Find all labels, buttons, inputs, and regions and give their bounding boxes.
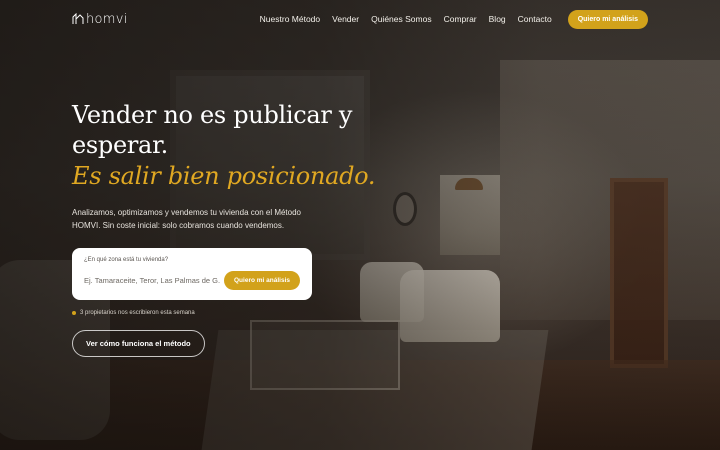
- headline-line-2: esperar.: [72, 131, 168, 159]
- hero-subtext: Analizamos, optimizamos y vendemos tu vi…: [72, 208, 301, 230]
- how-it-works-button[interactable]: Ver cómo funciona el método: [72, 330, 205, 357]
- nav-item-contacto[interactable]: Contacto: [518, 14, 552, 24]
- nav-cta-button[interactable]: Quiero mi análisis: [567, 9, 648, 29]
- headline-line-1: Vender no es publicar y: [72, 101, 353, 129]
- zone-search-input[interactable]: [84, 276, 220, 285]
- social-proof-text: 3 propietarios nos escribieron esta sema…: [80, 310, 195, 316]
- logo-text: homvi: [86, 11, 128, 27]
- analysis-button[interactable]: Quiero mi análisis: [224, 271, 300, 290]
- headline-accent: Es salir bien posicionado.: [72, 162, 376, 190]
- hero-headline: Vender no es publicar y esperar.: [72, 100, 392, 160]
- nav-item-vender[interactable]: Vender: [332, 14, 359, 24]
- zone-search-card: ¿En qué zona está tu vivienda? Quiero mi…: [72, 248, 312, 300]
- top-nav: homvi Nuestro Método Vender Quiénes Somo…: [0, 0, 720, 38]
- nav-item-quienes-somos[interactable]: Quiénes Somos: [371, 14, 431, 24]
- logo[interactable]: homvi: [72, 12, 128, 27]
- nav-item-blog[interactable]: Blog: [489, 14, 506, 24]
- nav-links: Nuestro Método Vender Quiénes Somos Comp…: [260, 9, 648, 29]
- zone-search-label: ¿En qué zona está tu vivienda?: [84, 257, 169, 263]
- nav-item-nuestro-metodo[interactable]: Nuestro Método: [260, 14, 320, 24]
- hero-content: Vender no es publicar y esperar. Es sali…: [72, 100, 392, 357]
- social-proof: 3 propietarios nos escribieron esta sema…: [72, 310, 392, 316]
- status-dot-icon: [72, 311, 76, 315]
- zone-search-row: Quiero mi análisis: [84, 271, 300, 290]
- house-logo-icon: [72, 13, 84, 24]
- nav-item-comprar[interactable]: Comprar: [444, 14, 477, 24]
